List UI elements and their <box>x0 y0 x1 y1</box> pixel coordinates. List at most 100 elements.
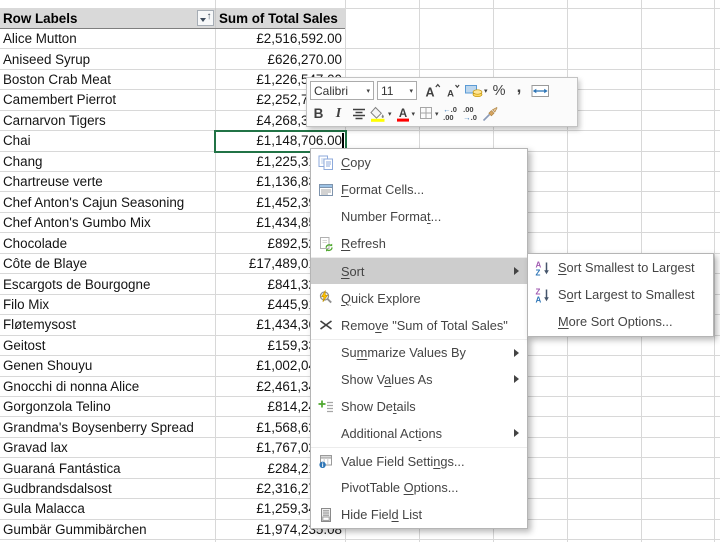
pivot-header-row: Row Labels Sum of Total Sales ↑ <box>0 8 345 29</box>
menu-item-value-field-settings[interactable]: i Value Field Settings... <box>311 447 527 474</box>
percent-style-button[interactable]: % <box>491 80 508 101</box>
italic-button[interactable]: I <box>330 103 347 124</box>
menu-item-sort-smallest-to-largest[interactable]: AZSort Smallest to Largest <box>528 254 713 281</box>
row-label-cell[interactable]: Gula Malacca <box>3 499 85 518</box>
fill-color-icon <box>370 106 387 122</box>
value-cell[interactable]: £626,270.00 <box>215 49 345 68</box>
row-label-cell[interactable]: Boston Crab Meat <box>3 70 111 89</box>
row-label-cell[interactable]: Gudbrandsdalsost <box>3 479 112 498</box>
row-label-cell[interactable]: Filo Mix <box>3 295 49 314</box>
shrink-font-button[interactable]: A <box>445 80 462 101</box>
row-label-cell[interactable]: Gravad lax <box>3 438 68 457</box>
sum-of-total-sales-header[interactable]: Sum of Total Sales <box>219 8 338 28</box>
row-labels-sort-filter-button[interactable]: ↑ <box>197 10 214 27</box>
submenu-arrow-icon <box>514 429 519 437</box>
svg-text:i: i <box>322 462 324 469</box>
chevron-down-icon[interactable]: ▾ <box>435 110 439 118</box>
menu-item-label: Show Values As <box>341 372 514 387</box>
row-label-cell[interactable]: Gnocchi di nonna Alice <box>3 377 139 396</box>
font-name-select[interactable]: Calibri▾ <box>310 81 374 100</box>
row-label-cell[interactable]: Escargots de Bourgogne <box>3 274 150 293</box>
center-align-icon <box>351 107 367 121</box>
accounting-format-button[interactable]: ▾ <box>465 80 488 101</box>
chevron-down-icon[interactable]: ▾ <box>409 87 413 95</box>
menu-item-format-cells[interactable]: Format Cells... <box>311 176 527 203</box>
table-row: Aniseed Syrup £626,270.00 <box>0 49 720 69</box>
row-label-cell[interactable]: Chef Anton's Cajun Seasoning <box>3 193 184 212</box>
chevron-down-icon[interactable]: ▾ <box>412 110 416 118</box>
row-label-cell[interactable]: Camembert Pierrot <box>3 90 116 109</box>
menu-item-more-sort-options[interactable]: More Sort Options... <box>528 308 713 335</box>
font-color-button[interactable]: A▾ <box>395 103 416 124</box>
menu-item-label: Sort Smallest to Largest <box>558 260 713 275</box>
menu-item-label: Number Format... <box>341 209 527 224</box>
increase-decimal-button[interactable]: ←.0.00 <box>442 103 459 124</box>
row-label-cell[interactable]: Alice Mutton <box>3 29 77 48</box>
row-label-cell[interactable]: Chocolade <box>3 233 67 252</box>
menu-item-label: Copy <box>341 155 527 170</box>
grow-font-button[interactable]: A <box>425 80 442 101</box>
menu-item-sort[interactable]: Sort <box>311 257 527 284</box>
value-cell[interactable]: £2,516,592.00 <box>215 29 345 48</box>
menu-item-label: Additional Actions <box>341 426 514 441</box>
menu-item-summarize-values-by[interactable]: Summarize Values By <box>311 339 527 366</box>
sort-za-icon: ZA <box>528 287 558 303</box>
menu-item-remove-field[interactable]: Remove "Sum of Total Sales" <box>311 312 527 339</box>
row-label-cell[interactable]: Grandma's Boysenberry Spread <box>3 417 194 436</box>
center-align-button[interactable] <box>350 103 367 124</box>
menu-item-copy[interactable]: Copy <box>311 149 527 176</box>
svg-text:A: A <box>398 108 406 120</box>
comma-style-button[interactable]: , <box>511 80 528 101</box>
menu-item-label: Refresh <box>341 236 527 251</box>
row-label-cell[interactable]: Guaraná Fantástica <box>3 458 121 477</box>
remove-icon <box>311 317 341 333</box>
font-size-select-value: 11 <box>381 84 393 98</box>
refresh-icon <box>311 236 341 252</box>
context-menu: Copy Format Cells... Number Format... Refre… <box>310 148 528 529</box>
row-label-cell[interactable]: Geitost <box>3 336 45 355</box>
sort-submenu: AZSort Smallest to LargestZASort Largest… <box>527 253 714 337</box>
fill-color-button[interactable]: ▾ <box>370 103 392 124</box>
table-row: Alice Mutton £2,516,592.00 <box>0 29 720 49</box>
menu-item-pivottable-options[interactable]: PivotTable Options... <box>311 474 527 501</box>
svg-text:A: A <box>536 295 542 303</box>
text-cursor <box>342 133 344 149</box>
row-label-cell[interactable]: Chai <box>3 131 31 150</box>
row-label-cell[interactable]: Gorgonzola Telino <box>3 397 111 416</box>
menu-item-quick-explore[interactable]: Quick Explore <box>311 284 527 311</box>
row-label-cell[interactable]: Chartreuse verte <box>3 172 103 191</box>
menu-item-label: Hide Field List <box>341 507 527 522</box>
chevron-down-icon[interactable]: ▾ <box>388 110 392 118</box>
menu-item-refresh[interactable]: Refresh <box>311 230 527 257</box>
submenu-arrow-icon <box>514 375 519 383</box>
row-label-cell[interactable]: Chef Anton's Gumbo Mix <box>3 213 151 232</box>
menu-item-label: Value Field Settings... <box>341 454 527 469</box>
row-label-cell[interactable]: Carnarvon Tigers <box>3 111 106 130</box>
menu-item-label: Quick Explore <box>341 291 527 306</box>
merge-center-button[interactable] <box>531 80 550 101</box>
format-painter-button[interactable] <box>482 103 499 124</box>
menu-item-hide-field-list[interactable]: Hide Field List <box>311 501 527 528</box>
menu-item-show-values-as[interactable]: Show Values As <box>311 366 527 393</box>
mini-toolbar-row-2: BI▾A▾▾←.0.00.00→.0 <box>310 102 574 125</box>
format-cells-icon <box>311 182 341 198</box>
chevron-down-icon[interactable]: ▾ <box>484 87 488 95</box>
decrease-decimal-button[interactable]: .00→.0 <box>462 103 479 124</box>
borders-button[interactable]: ▾ <box>418 103 439 124</box>
chevron-down-icon[interactable]: ▾ <box>366 87 370 95</box>
menu-item-show-details[interactable]: Show Details <box>311 393 527 420</box>
hide-field-list-icon <box>311 507 341 523</box>
row-label-cell[interactable]: Chang <box>3 152 42 171</box>
menu-item-additional-actions[interactable]: Additional Actions <box>311 420 527 447</box>
row-label-cell[interactable]: Gumbär Gummibärchen <box>3 520 147 539</box>
row-label-cell[interactable]: Côte de Blaye <box>3 254 87 273</box>
sort-az-icon: AZ <box>528 260 558 276</box>
row-label-cell[interactable]: Fløtemysost <box>3 315 76 334</box>
menu-item-sort-largest-to-smallest[interactable]: ZASort Largest to Smallest <box>528 281 713 308</box>
row-label-cell[interactable]: Genen Shouyu <box>3 356 92 375</box>
row-labels-header[interactable]: Row Labels <box>3 8 77 28</box>
font-size-select[interactable]: 11 ▾ <box>377 81 417 100</box>
menu-item-number-format[interactable]: Number Format... <box>311 203 527 230</box>
bold-button[interactable]: B <box>310 103 327 124</box>
row-label-cell[interactable]: Aniseed Syrup <box>3 49 90 68</box>
